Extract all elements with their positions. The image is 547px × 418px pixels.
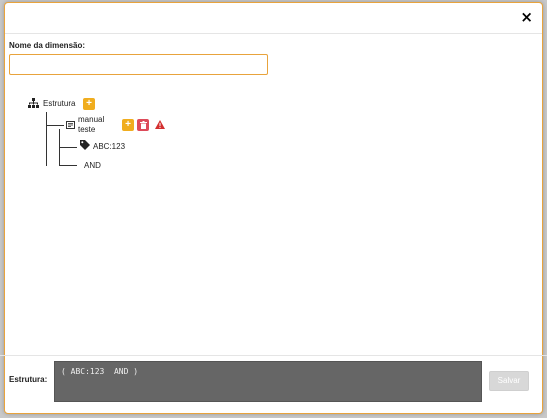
tree-line: [46, 125, 64, 126]
tag-icon: [80, 140, 90, 150]
structure-expression: ( ABC:123 AND ): [54, 361, 482, 402]
close-icon[interactable]: ×: [520, 9, 533, 25]
add-root-button[interactable]: +: [83, 98, 95, 110]
add-child-button[interactable]: +: [122, 119, 134, 131]
tree-node-label-line: manual: [78, 115, 105, 124]
save-button[interactable]: Salvar: [489, 371, 529, 391]
dimension-icon: [66, 121, 75, 129]
dimension-name-label: Nome da dimensão:: [9, 41, 86, 50]
tree-line: [46, 112, 47, 166]
dimension-name-input[interactable]: [9, 54, 268, 75]
tree-node-label-line: teste: [78, 125, 96, 134]
structure-label: Estrutura:: [9, 375, 48, 384]
delete-node-button[interactable]: [137, 119, 149, 131]
tree-child-label: ABC:123: [93, 142, 126, 151]
tree-root-label: Estrutura: [43, 99, 76, 108]
warning-icon: [155, 120, 165, 129]
tree-line: [59, 165, 77, 166]
tree-line: [59, 147, 77, 148]
tree-child-label: AND: [84, 161, 101, 170]
trash-icon: [139, 121, 147, 129]
modal-header: ×: [5, 3, 542, 34]
sitemap-icon: [28, 98, 39, 108]
tree-node-label: manual teste: [78, 115, 118, 135]
